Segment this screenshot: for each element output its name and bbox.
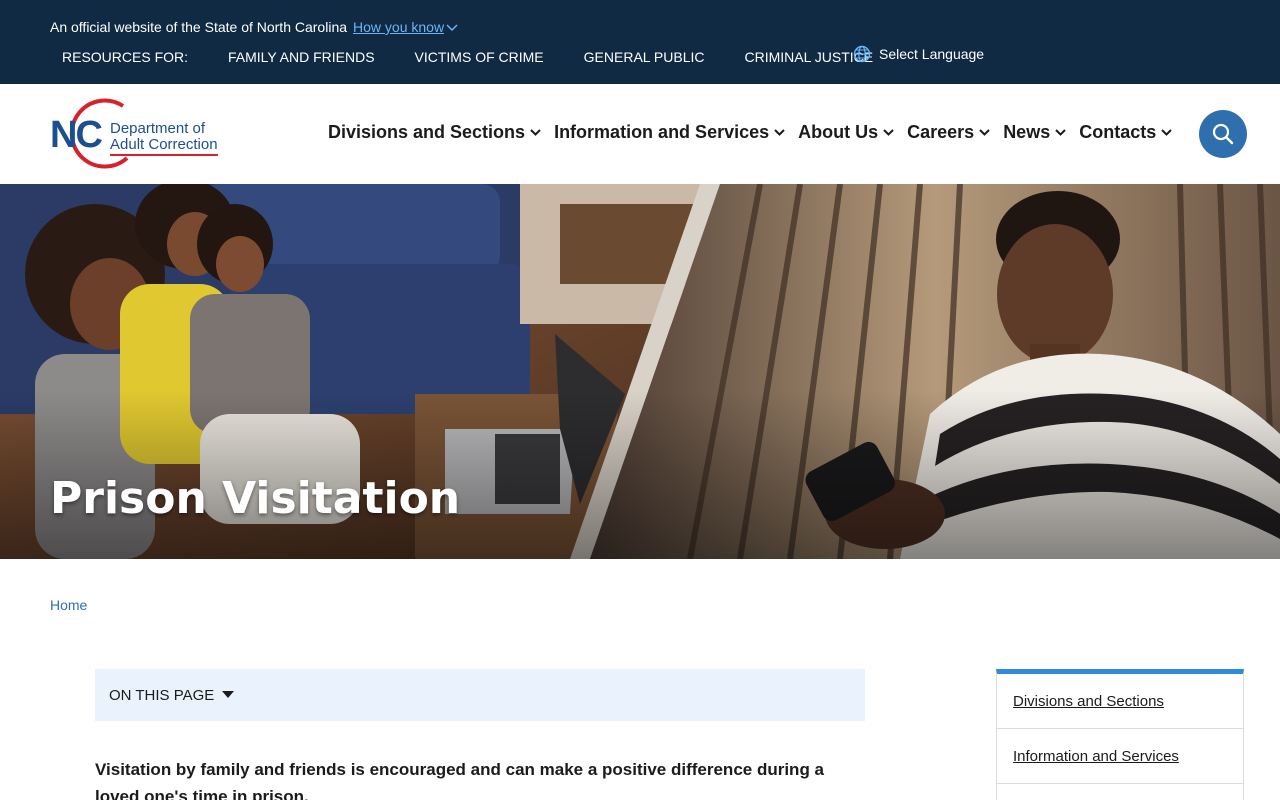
side-link-placeholder	[997, 784, 1243, 800]
nav-contacts[interactable]: Contacts	[1079, 122, 1172, 143]
chevron-down-icon	[446, 24, 458, 32]
nav-label: News	[1003, 122, 1051, 142]
main-navigation: Divisions and Sections Information and S…	[328, 122, 1185, 143]
hero-banner: Prison Visitation	[0, 184, 1280, 559]
official-site-notice: An official website of the State of Nort…	[50, 17, 458, 37]
page-title: Prison Visitation	[50, 473, 461, 524]
logo-abbr: NC	[50, 114, 103, 156]
nav-label: Divisions and Sections	[328, 122, 526, 142]
nav-label: About Us	[798, 122, 879, 142]
chevron-down-icon	[979, 129, 990, 136]
on-this-page-toggle[interactable]: ON THIS PAGE	[95, 669, 865, 721]
resource-link-general-public[interactable]: GENERAL PUBLIC	[584, 49, 705, 65]
breadcrumb-home-link[interactable]: Home	[50, 597, 87, 613]
site-logo[interactable]: NC Department of Adult Correction	[50, 96, 245, 172]
search-icon	[1212, 123, 1234, 145]
logo-text: Department of Adult Correction	[110, 121, 218, 156]
chevron-down-icon	[774, 129, 785, 136]
logo-line-2: Adult Correction	[110, 137, 218, 156]
chevron-down-icon	[530, 129, 541, 136]
chevron-down-icon	[883, 129, 894, 136]
select-language-button[interactable]: Select Language	[853, 45, 984, 63]
caret-down-icon	[222, 691, 235, 698]
official-banner: An official website of the State of Nort…	[0, 0, 1280, 84]
side-link-information-and-services[interactable]: Information and Services	[997, 729, 1243, 784]
nav-label: Careers	[907, 122, 975, 142]
side-link-divisions-and-sections[interactable]: Divisions and Sections	[997, 674, 1243, 729]
nav-careers[interactable]: Careers	[907, 122, 990, 143]
how-you-know-label: How you know	[353, 19, 445, 35]
chevron-down-icon	[1161, 129, 1172, 136]
resources-bar: RESOURCES FOR: FAMILY AND FRIENDS VICTIM…	[62, 47, 913, 67]
nav-news[interactable]: News	[1003, 122, 1066, 143]
how-you-know-link[interactable]: How you know	[353, 19, 458, 35]
search-button[interactable]	[1199, 110, 1247, 158]
resource-link-family-and-friends[interactable]: FAMILY AND FRIENDS	[228, 49, 375, 65]
resource-link-victims-of-crime[interactable]: VICTIMS OF CRIME	[415, 49, 544, 65]
globe-icon	[853, 45, 871, 63]
intro-paragraph: Visitation by family and friends is enco…	[95, 760, 824, 800]
nav-label: Information and Services	[554, 122, 770, 142]
side-navigation: Divisions and Sections Information and S…	[996, 669, 1244, 800]
nav-information-and-services[interactable]: Information and Services	[554, 122, 785, 143]
nav-divisions-and-sections[interactable]: Divisions and Sections	[328, 122, 541, 143]
select-language-label: Select Language	[879, 46, 985, 62]
official-site-text: An official website of the State of Nort…	[50, 19, 348, 35]
nav-label: Contacts	[1079, 122, 1157, 142]
chevron-down-icon	[1055, 129, 1066, 136]
logo-line-1: Department of	[110, 120, 206, 137]
nav-about-us[interactable]: About Us	[798, 122, 894, 143]
resources-label: RESOURCES FOR:	[62, 49, 189, 65]
on-this-page-label: ON THIS PAGE	[109, 686, 215, 704]
site-header: NC Department of Adult Correction Divisi…	[0, 84, 1280, 184]
